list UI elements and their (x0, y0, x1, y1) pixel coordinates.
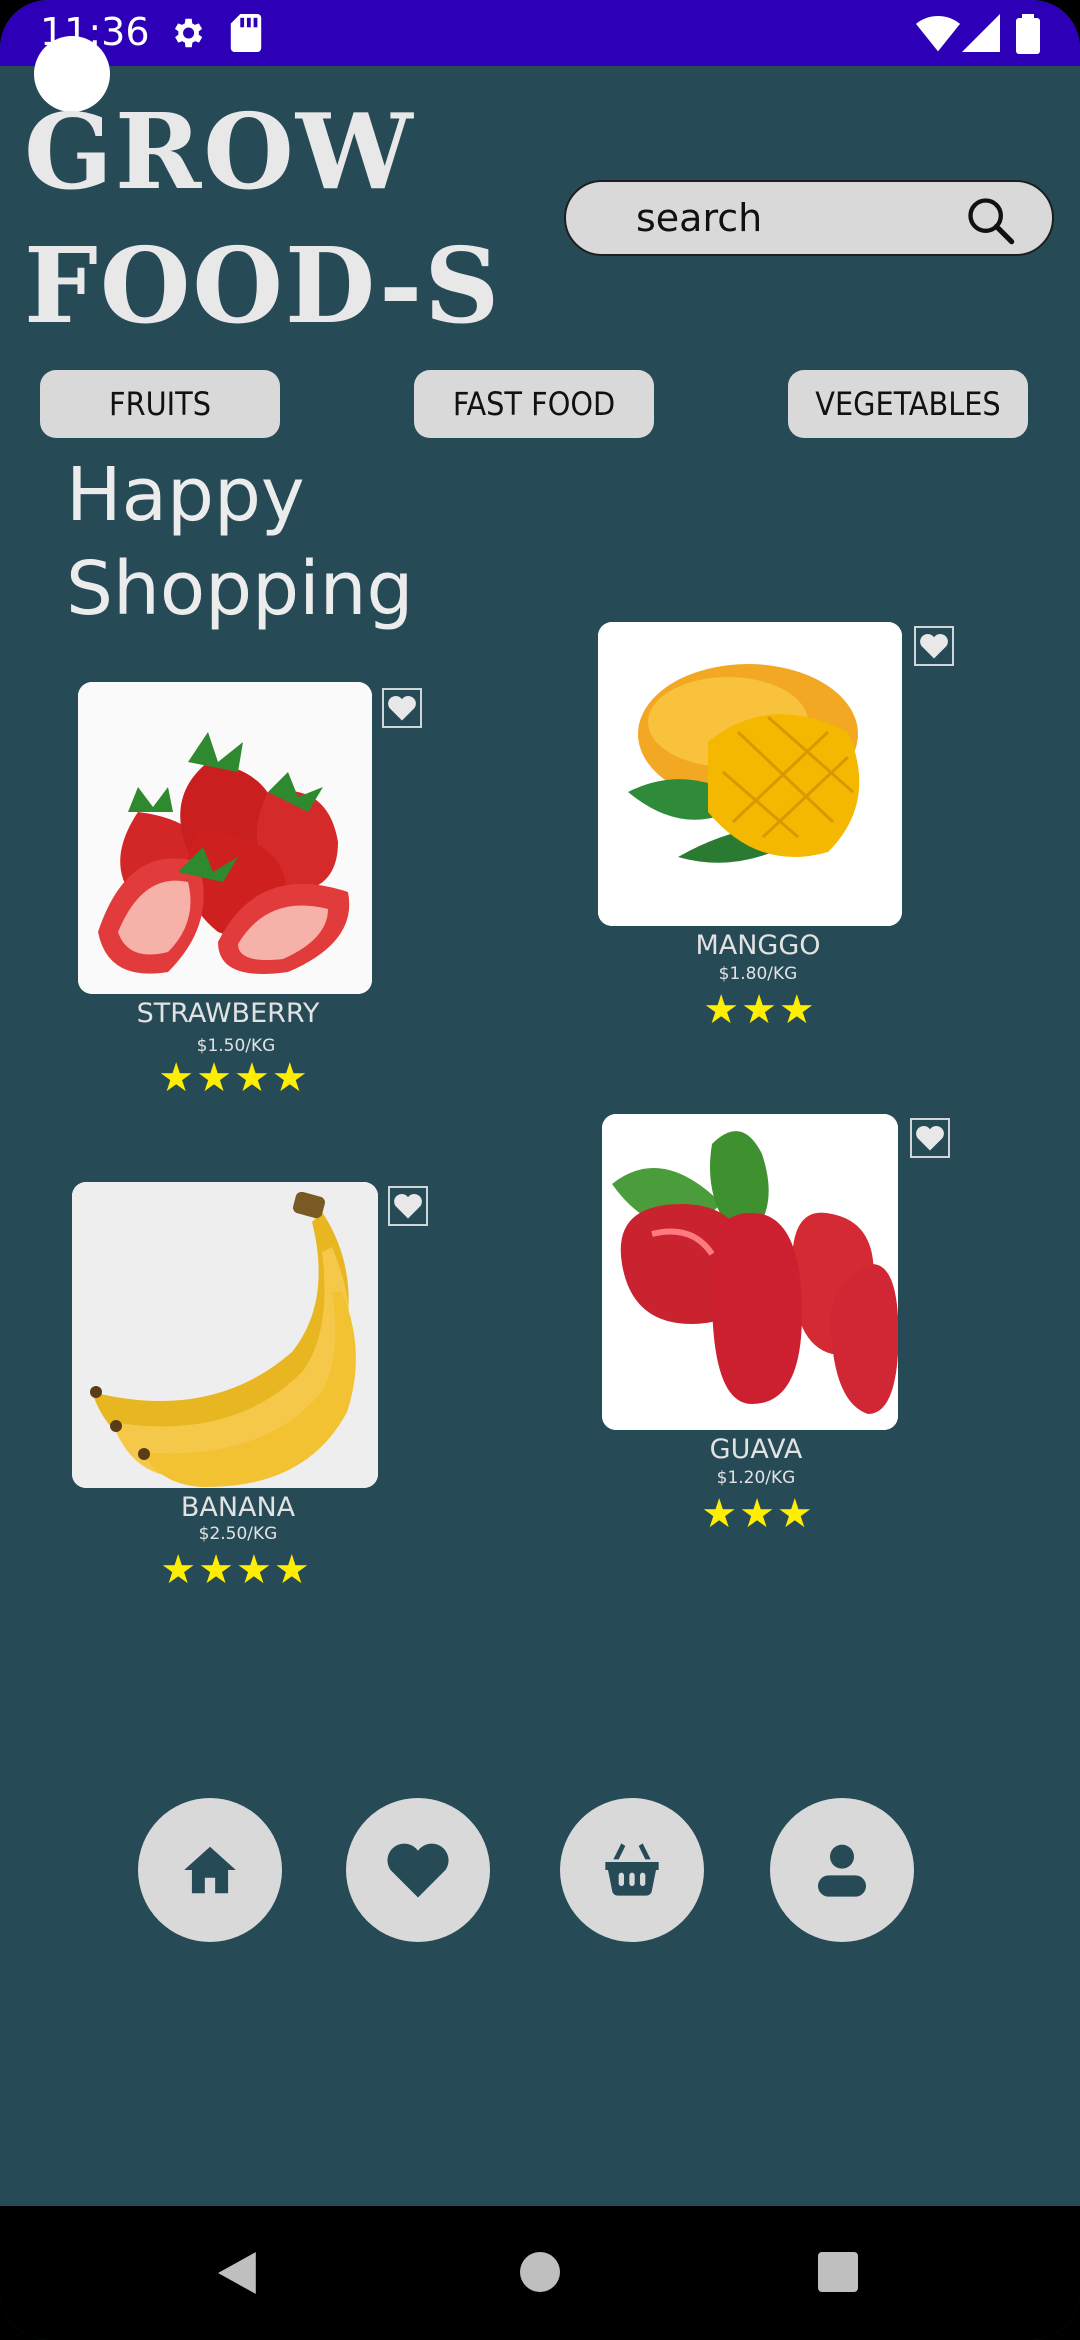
cell-signal-icon (962, 14, 1000, 52)
category-vegetables-button[interactable]: VEGETABLES (788, 370, 1028, 438)
favorite-button-strawberry[interactable] (382, 688, 422, 728)
status-bar: 11:36 (0, 0, 1080, 66)
recents-square-icon[interactable] (818, 2252, 858, 2292)
strawberry-image (78, 682, 372, 994)
brand-title-line1: GROW (24, 90, 415, 213)
search-bar[interactable]: search (564, 180, 1054, 256)
product-image-mango[interactable] (598, 622, 902, 926)
product-name-guava: GUAVA (709, 1434, 803, 1465)
nav-profile-button[interactable] (770, 1798, 914, 1942)
back-icon[interactable] (218, 2252, 260, 2294)
battery-icon (1016, 14, 1040, 54)
guava-image (602, 1114, 898, 1430)
product-price-guava: $1.20/KG (716, 1468, 796, 1488)
rating-stars-strawberry: ★★★★ (158, 1055, 310, 1101)
greeting-line1: Happy (66, 452, 305, 538)
product-image-banana[interactable] (72, 1182, 378, 1488)
search-icon[interactable] (964, 194, 1016, 246)
heart-icon (387, 1843, 449, 1898)
home-icon (184, 1846, 236, 1894)
product-image-strawberry[interactable] (78, 682, 372, 994)
favorite-button-banana[interactable] (388, 1186, 428, 1226)
search-input[interactable]: search (636, 196, 762, 240)
sd-card-icon (230, 14, 262, 52)
category-fruits-button[interactable]: FRUITS (40, 370, 280, 438)
rating-stars-banana: ★★★★ (160, 1547, 312, 1593)
favorite-button-mango[interactable] (914, 626, 954, 666)
greeting-line2: Shopping (66, 546, 414, 632)
product-name-mango: MANGGO (695, 930, 821, 961)
product-price-mango: $1.80/KG (718, 964, 798, 984)
system-navigation-bar (0, 2206, 1080, 2340)
nav-basket-button[interactable] (560, 1798, 704, 1942)
heart-icon (388, 695, 416, 721)
heart-icon (916, 1125, 944, 1151)
nav-favorites-button[interactable] (346, 1798, 490, 1942)
profile-icon (818, 1844, 866, 1897)
wifi-icon (916, 16, 960, 52)
home-circle-icon[interactable] (520, 2252, 560, 2292)
heart-icon (920, 633, 948, 659)
product-price-strawberry: $1.50/KG (196, 1036, 276, 1056)
product-name-banana: BANANA (180, 1492, 296, 1523)
heart-icon (394, 1193, 422, 1219)
favorite-button-guava[interactable] (910, 1118, 950, 1158)
settings-icon (174, 18, 203, 48)
banana-image (72, 1182, 378, 1488)
product-image-guava[interactable] (602, 1114, 898, 1430)
product-price-banana: $2.50/KG (198, 1524, 278, 1544)
rating-stars-mango: ★★★ (703, 987, 817, 1033)
brand-title-line2: FOOD-S (24, 224, 502, 347)
basket-icon (605, 1843, 659, 1896)
mango-image (598, 622, 902, 926)
product-name-strawberry: STRAWBERRY (136, 998, 320, 1029)
category-fast-food-button[interactable]: FAST FOOD (414, 370, 654, 438)
app-screen: 11:36 GROW FOOD-S search FRUITS FAST FOO… (0, 0, 1080, 2340)
rating-stars-guava: ★★★ (701, 1491, 815, 1537)
nav-home-button[interactable] (138, 1798, 282, 1942)
